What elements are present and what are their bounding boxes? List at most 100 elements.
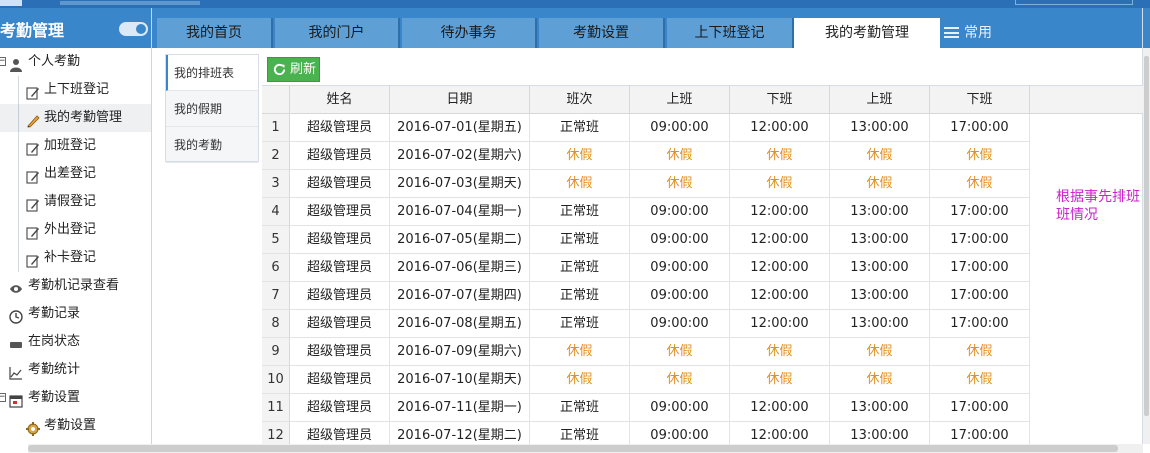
column-header-3[interactable]: 上班 (630, 86, 730, 114)
cell-out2: 17:00:00 (930, 394, 1030, 422)
cell-shift: 正常班 (530, 198, 630, 226)
cell-out1: 休假 (730, 338, 830, 366)
cell-name: 超级管理员 (290, 422, 390, 444)
sidebar-item-12[interactable]: − 考勤设置 (0, 384, 151, 412)
column-header-1[interactable]: 日期 (390, 86, 530, 114)
tab-0[interactable]: 我的首页 (157, 18, 273, 48)
sidebar-toggle[interactable] (119, 22, 148, 36)
inner-nav: 我的排班表 我的假期 我的考勤 (165, 54, 259, 163)
refresh-button[interactable]: 刷新 (267, 57, 320, 82)
tab-1[interactable]: 我的门户 (275, 18, 400, 48)
sidebar-item-13[interactable]: 考勤设置 (0, 412, 151, 440)
cell-date: 2016-07-06(星期三) (390, 254, 530, 282)
cell-name: 超级管理员 (290, 282, 390, 310)
cell-date: 2016-07-02(星期六) (390, 142, 530, 170)
cell-shift: 休假 (530, 142, 630, 170)
cell-name: 超级管理员 (290, 226, 390, 254)
grid-header: 姓名 日期 班次 上班 下班 上班 下班 (262, 86, 1143, 114)
cell-date: 2016-07-01(星期五) (390, 114, 530, 142)
table-row[interactable]: 3 超级管理员 2016-07-03(星期天) 休假 休假 休假 休假 休假 (262, 170, 1143, 198)
tab-4[interactable]: 上下班登记 (667, 18, 794, 48)
table-row[interactable]: 12 超级管理员 2016-07-12(星期二) 正常班 09:00:00 12:00:0… (262, 422, 1143, 444)
cell-in2: 休假 (830, 366, 930, 394)
collapse-icon[interactable]: − (0, 393, 6, 402)
sidebar-item-3[interactable]: 加班登记 (0, 132, 151, 160)
cell-date: 2016-07-08(星期五) (390, 310, 530, 338)
table-row[interactable]: 4 超级管理员 2016-07-04(星期一) 正常班 09:00:00 12:00:00… (262, 198, 1143, 226)
row-number: 4 (262, 198, 290, 226)
scrollbar-thumb[interactable] (1144, 56, 1149, 416)
column-header-4[interactable]: 下班 (730, 86, 830, 114)
table-row[interactable]: 2 超级管理员 2016-07-02(星期六) 休假 休假 休假 休假 休假 (262, 142, 1143, 170)
edit-icon (26, 223, 40, 240)
inner-nav-item-0[interactable]: 我的排班表 (166, 55, 258, 91)
table-row[interactable]: 10 超级管理员 2016-07-10(星期天) 休假 休假 休假 休假 休假 (262, 366, 1143, 394)
sidebar-item-1[interactable]: 上下班登记 (0, 76, 151, 104)
sidebar-item-11[interactable]: 考勤统计 (0, 356, 151, 384)
column-header-6[interactable]: 下班 (930, 86, 1030, 114)
cell-in2: 休假 (830, 338, 930, 366)
cell-name: 超级管理员 (290, 338, 390, 366)
sidebar-item-4[interactable]: 出差登记 (0, 160, 151, 188)
cell-in1: 休假 (630, 366, 730, 394)
edit-icon (26, 251, 40, 268)
sidebar-item-6[interactable]: 外出登记 (0, 216, 151, 244)
table-row[interactable]: 5 超级管理员 2016-07-05(星期二) 正常班 09:00:00 12:00:00… (262, 226, 1143, 254)
sidebar-item-7[interactable]: 补卡登记 (0, 244, 151, 272)
column-header-2[interactable]: 班次 (530, 86, 630, 114)
cell-date: 2016-07-07(星期四) (390, 282, 530, 310)
sidebar-item-9[interactable]: 考勤记录 (0, 300, 151, 328)
sidebar-item-0[interactable]: − 个人考勤 (0, 48, 151, 76)
tab-5[interactable]: 我的考勤管理 (794, 18, 940, 48)
sidebar-item-label: 考勤设置 (28, 390, 81, 405)
user-area[interactable] (1015, 0, 1133, 5)
cell-in2: 13:00:00 (830, 254, 930, 282)
cell-shift: 休假 (530, 338, 630, 366)
cell-name: 超级管理员 (290, 198, 390, 226)
sidebar-item-5[interactable]: 请假登记 (0, 188, 151, 216)
cell-date: 2016-07-05(星期二) (390, 226, 530, 254)
cell-in1: 09:00:00 (630, 310, 730, 338)
sidebar-item-2[interactable]: 我的考勤管理 (0, 104, 151, 132)
sidebar-item-8[interactable]: 考勤机记录查看 (0, 272, 151, 300)
sidebar-item-10[interactable]: 在岗状态 (0, 328, 151, 356)
table-row[interactable]: 6 超级管理员 2016-07-06(星期三) 正常班 09:00:00 12:00:00… (262, 254, 1143, 282)
cell-out1: 12:00:00 (730, 226, 830, 254)
sidebar-item-label: 考勤设置 (44, 418, 97, 433)
scrollbar-thumb[interactable] (28, 445, 1118, 452)
tab-more-common[interactable]: 常用 (944, 18, 992, 48)
horizontal-scrollbar[interactable] (28, 444, 1143, 453)
inner-nav-item-2[interactable]: 我的考勤 (166, 127, 258, 163)
cell-in2: 13:00:00 (830, 198, 930, 226)
vertical-scrollbar[interactable] (1143, 48, 1150, 444)
cell-out2: 17:00:00 (930, 282, 1030, 310)
tab-2[interactable]: 待办事务 (402, 18, 537, 48)
cell-out1: 12:00:00 (730, 310, 830, 338)
gear-icon (26, 419, 40, 436)
collapse-icon[interactable]: − (0, 57, 6, 66)
cell-shift: 正常班 (530, 114, 630, 142)
edit-icon (26, 83, 40, 100)
cell-out1: 12:00:00 (730, 282, 830, 310)
cell-in2: 休假 (830, 142, 930, 170)
cell-out2: 17:00:00 (930, 226, 1030, 254)
cell-name: 超级管理员 (290, 366, 390, 394)
tab-3[interactable]: 考勤设置 (539, 18, 665, 48)
cell-date: 2016-07-03(星期天) (390, 170, 530, 198)
table-row[interactable]: 7 超级管理员 2016-07-07(星期四) 正常班 09:00:00 12:00:00… (262, 282, 1143, 310)
table-row[interactable]: 9 超级管理员 2016-07-09(星期六) 休假 休假 休假 休假 休假 (262, 338, 1143, 366)
table-row[interactable]: 11 超级管理员 2016-07-11(星期一) 正常班 09:00:00 12:00:0… (262, 394, 1143, 422)
sidebar-item-label: 出差登记 (44, 166, 97, 181)
column-header-0[interactable]: 姓名 (290, 86, 390, 114)
table-row[interactable]: 1 超级管理员 2016-07-01(星期五) 正常班 09:00:00 12:00:00… (262, 114, 1143, 142)
cell-in2: 13:00:00 (830, 282, 930, 310)
cell-out2: 休假 (930, 366, 1030, 394)
cell-in2: 13:00:00 (830, 226, 930, 254)
tab-bar: 常用 我的首页 我的门户 待办事务 考勤设置 上下班登记 我的考勤管理 (152, 8, 1150, 48)
table-row[interactable]: 8 超级管理员 2016-07-08(星期五) 正常班 09:00:00 12:00:00… (262, 310, 1143, 338)
cell-date: 2016-07-10(星期天) (390, 366, 530, 394)
inner-nav-item-1[interactable]: 我的假期 (166, 91, 258, 127)
column-header-5[interactable]: 上班 (830, 86, 930, 114)
side-note-line1: 根据事先排班 (1056, 189, 1140, 205)
cell-in1: 09:00:00 (630, 198, 730, 226)
